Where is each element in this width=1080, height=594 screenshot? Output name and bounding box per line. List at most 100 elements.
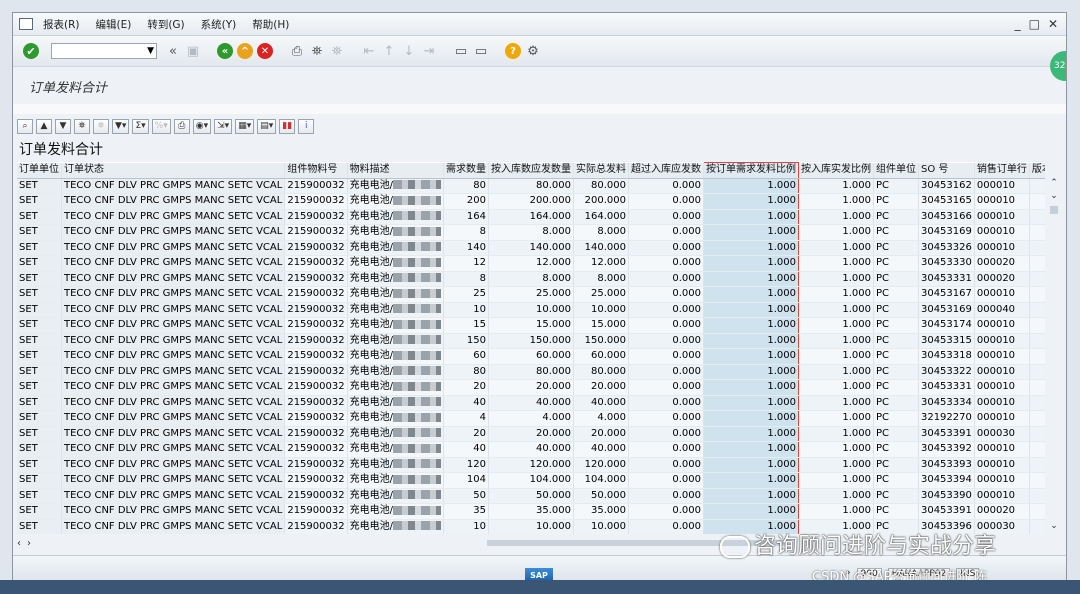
table-cell[interactable]: 充电电池/ [347,317,444,334]
table-cell[interactable]: 000010 [974,395,1030,411]
table-cell[interactable]: 1.000 [798,488,874,504]
table-cell[interactable]: 8 [443,224,489,241]
table-cell[interactable]: 30453331 [918,271,975,287]
table-cell[interactable]: 12.000 [488,255,574,272]
table-row[interactable]: SET TECO CNF DLV PRC GMPS MANC SETC VCAL 2… [17,441,1045,458]
table-cell[interactable]: PC [873,333,919,349]
graphic-icon[interactable]: ▮▮ [279,118,296,134]
table-cell[interactable] [1029,472,1045,489]
table-cell[interactable]: 000010 [974,333,1030,349]
table-cell[interactable]: TECO CNF DLV PRC GMPS MANC SETC VCAL [61,410,286,427]
table-cell[interactable]: 000010 [974,209,1030,225]
table-cell[interactable]: TECO CNF DLV PRC GMPS MANC SETC VCAL [61,457,286,473]
sort-descending-icon[interactable]: ▼ [55,118,71,134]
table-cell[interactable]: 60 [443,348,489,365]
table-cell[interactable]: 1.000 [798,255,874,272]
table-cell[interactable]: PC [873,224,919,241]
table-cell[interactable]: 30453391 [918,503,975,520]
table-cell[interactable]: SET [17,271,62,287]
menu-help[interactable]: 帮助(H) [252,17,289,32]
table-cell[interactable] [1029,193,1045,210]
table-cell[interactable]: 215900032 [284,178,348,194]
table-row[interactable]: SET TECO CNF DLV PRC GMPS MANC SETC VCAL 2… [17,472,1045,489]
table-cell[interactable]: PC [873,209,919,225]
table-cell[interactable]: TECO CNF DLV PRC GMPS MANC SETC VCAL [61,488,286,504]
table-cell[interactable]: SET [17,317,62,334]
table-cell[interactable]: 164.000 [573,209,629,225]
table-row[interactable]: SET TECO CNF DLV PRC GMPS MANC SETC VCAL 2… [17,379,1045,396]
column-header[interactable]: SO 号 [918,162,975,179]
table-cell[interactable]: 000010 [974,364,1030,380]
subtotal-icon[interactable]: %▾ [151,118,171,134]
maximize-button[interactable]: □ [1029,17,1040,31]
table-cell[interactable]: SET [17,302,62,318]
table-cell[interactable]: 充电电池/ [347,364,444,380]
table-cell[interactable]: TECO CNF DLV PRC GMPS MANC SETC VCAL [61,302,286,318]
table-cell[interactable]: 20.000 [573,426,629,442]
table-row[interactable]: SET TECO CNF DLV PRC GMPS MANC SETC VCAL 2… [17,503,1045,520]
minimize-button[interactable]: _ [1015,17,1021,31]
table-cell[interactable]: 充电电池/ [347,348,444,365]
table-row[interactable]: SET TECO CNF DLV PRC GMPS MANC SETC VCAL 2… [17,271,1045,287]
table-cell[interactable] [1029,224,1045,241]
table-cell[interactable]: 30453394 [918,472,975,489]
table-cell[interactable] [1029,441,1045,458]
table-row[interactable]: SET TECO CNF DLV PRC GMPS MANC SETC VCAL 2… [17,193,1045,210]
table-cell[interactable]: 215900032 [284,302,348,318]
table-cell[interactable]: 1.000 [702,503,799,520]
settings-gear-icon[interactable]: ⚙ [525,43,541,59]
table-cell[interactable]: 1.000 [798,472,874,489]
table-cell[interactable]: TECO CNF DLV PRC GMPS MANC SETC VCAL [61,519,286,534]
table-cell[interactable]: 充电电池/ [347,379,444,396]
table-cell[interactable]: 8 [443,271,489,287]
views-icon[interactable]: ◉▾ [192,118,212,134]
table-cell[interactable]: SET [17,333,62,349]
table-cell[interactable]: PC [873,317,919,334]
table-cell[interactable]: 充电电池/ [347,457,444,473]
table-cell[interactable]: 0.000 [628,441,704,458]
table-cell[interactable]: 充电电池/ [347,410,444,427]
table-cell[interactable]: 0.000 [628,519,704,534]
menu-report[interactable]: 报表(R) [43,17,80,32]
table-row[interactable]: SET TECO CNF DLV PRC GMPS MANC SETC VCAL 2… [17,178,1045,194]
table-cell[interactable]: 8.000 [488,271,574,287]
table-cell[interactable]: 30453391 [918,426,975,442]
table-cell[interactable]: 0.000 [628,503,704,520]
table-cell[interactable]: 充电电池/ [347,224,444,241]
find-icon[interactable]: ⛯ [309,43,325,59]
table-cell[interactable]: 000040 [974,302,1030,318]
table-cell[interactable]: PC [873,457,919,473]
table-row[interactable]: SET TECO CNF DLV PRC GMPS MANC SETC VCAL 2… [17,317,1045,334]
table-cell[interactable]: 0.000 [628,457,704,473]
table-cell[interactable] [1029,255,1045,272]
table-cell[interactable]: 8.000 [573,224,629,241]
table-cell[interactable]: 40 [443,395,489,411]
table-cell[interactable]: 充电电池/ [347,271,444,287]
table-cell[interactable]: 30453166 [918,209,975,225]
table-cell[interactable]: 1.000 [702,395,799,411]
table-cell[interactable]: TECO CNF DLV PRC GMPS MANC SETC VCAL [61,472,286,489]
table-cell[interactable]: 0.000 [628,255,704,272]
table-cell[interactable]: PC [873,193,919,210]
table-cell[interactable]: 80.000 [573,364,629,380]
table-cell[interactable]: PC [873,410,919,427]
find-next-icon[interactable]: ⛯ [329,43,345,59]
table-cell[interactable]: 30453169 [918,224,975,241]
table-cell[interactable]: 充电电池/ [347,333,444,349]
table-row[interactable]: SET TECO CNF DLV PRC GMPS MANC SETC VCAL 2… [17,302,1045,318]
table-cell[interactable]: 1.000 [798,379,874,396]
table-cell[interactable]: PC [873,286,919,303]
table-cell[interactable]: 充电电池/ [347,193,444,210]
table-cell[interactable]: 充电电池/ [347,255,444,272]
table-cell[interactable]: 1.000 [798,209,874,225]
table-cell[interactable]: 0.000 [628,410,704,427]
table-row[interactable]: SET TECO CNF DLV PRC GMPS MANC SETC VCAL 2… [17,457,1045,473]
table-cell[interactable]: PC [873,240,919,256]
table-cell[interactable]: 164.000 [488,209,574,225]
table-cell[interactable]: SET [17,410,62,427]
table-cell[interactable]: 40.000 [488,395,574,411]
table-cell[interactable]: 000010 [974,472,1030,489]
table-cell[interactable]: TECO CNF DLV PRC GMPS MANC SETC VCAL [61,333,286,349]
table-cell[interactable]: TECO CNF DLV PRC GMPS MANC SETC VCAL [61,395,286,411]
table-cell[interactable]: 000020 [974,271,1030,287]
